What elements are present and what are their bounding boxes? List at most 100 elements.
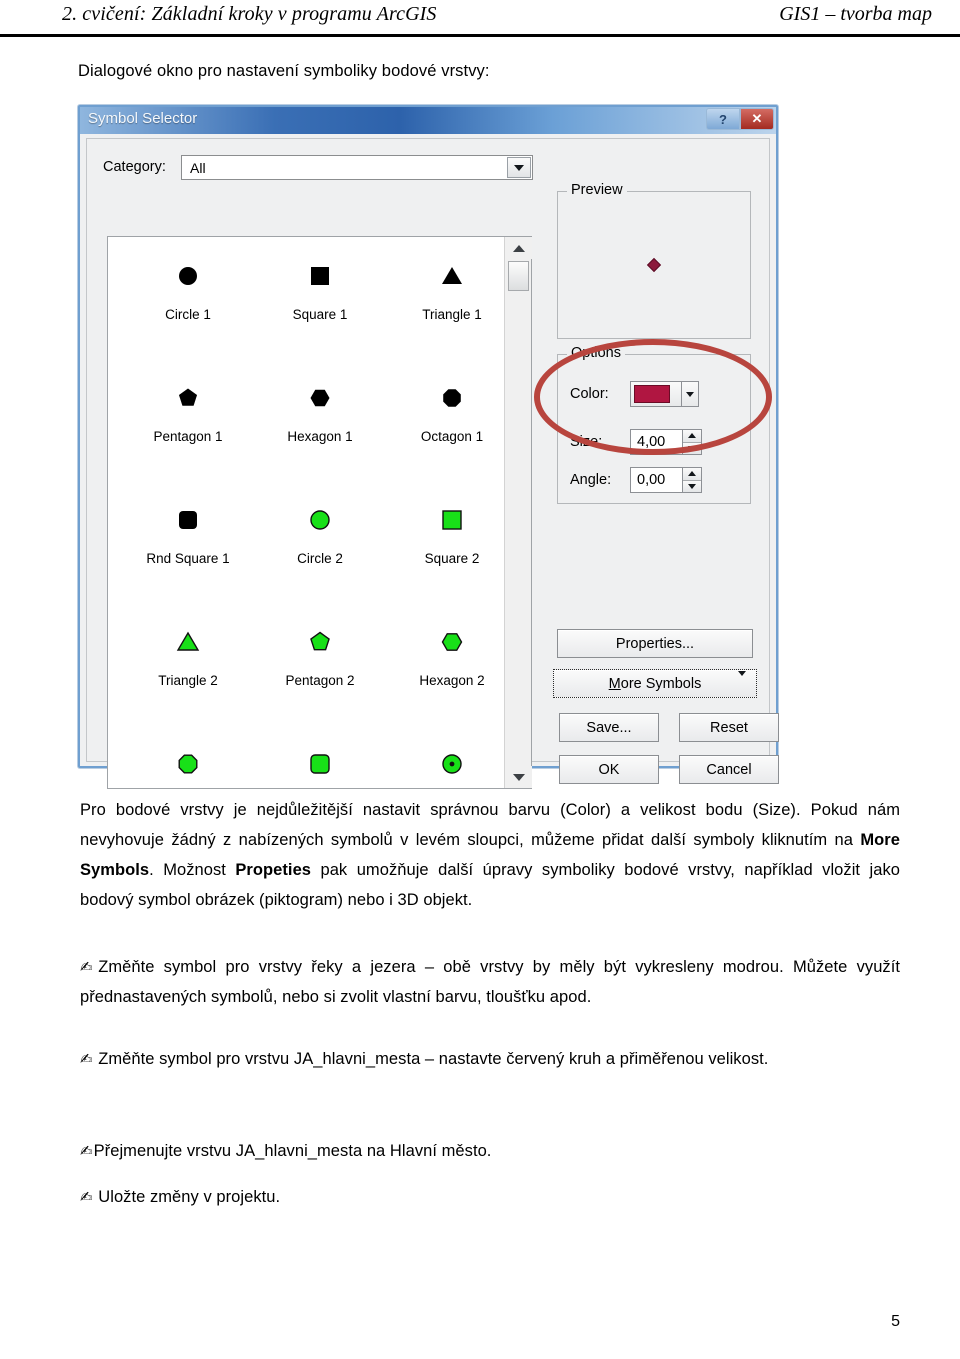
options-group: Options Color: Size: 4,00 Angle: 0,00 bbox=[557, 345, 751, 504]
angle-stepper[interactable]: 0,00 bbox=[630, 467, 702, 493]
color-row: Color: bbox=[570, 381, 699, 407]
more-symbols-button[interactable]: More Symbols bbox=[553, 669, 757, 698]
color-label: Color: bbox=[570, 386, 609, 402]
close-icon[interactable]: ✕ bbox=[740, 108, 774, 130]
symbol-label: Pentagon 1 bbox=[153, 429, 223, 444]
symbol-label: Circle 2 bbox=[297, 551, 343, 566]
symbol-octagon-icon bbox=[437, 367, 467, 429]
symbol-item[interactable]: Rnd Square 1 bbox=[122, 489, 254, 611]
symbol-label: Pentagon 2 bbox=[285, 673, 355, 688]
options-legend: Options bbox=[567, 345, 625, 361]
symbol-pentagon-icon bbox=[305, 611, 335, 673]
preview-symbol-icon bbox=[646, 257, 662, 273]
paragraph-bold-propeties: Propeties bbox=[235, 861, 312, 879]
symbol-item[interactable]: Square 1 bbox=[254, 245, 386, 367]
symbol-circle-icon bbox=[173, 245, 203, 307]
scroll-down-icon[interactable] bbox=[505, 766, 532, 788]
properties-button[interactable]: Properties... bbox=[557, 629, 753, 658]
hand-pointer-icon: ✍ bbox=[80, 1050, 93, 1068]
more-symbols-chevron-down-icon[interactable] bbox=[738, 670, 746, 692]
symbol-item[interactable]: Triangle 2 bbox=[122, 611, 254, 733]
symbol-label: Rnd Square 1 bbox=[146, 551, 230, 566]
symbol-item[interactable]: Octagon 1 bbox=[386, 367, 518, 489]
angle-row: Angle: 0,00 bbox=[570, 467, 702, 493]
symbol-item[interactable]: Pentagon 1 bbox=[122, 367, 254, 489]
task-text: Změňte symbol pro vrstvu JA_hlavni_mesta… bbox=[93, 1050, 769, 1068]
cancel-button[interactable]: Cancel bbox=[679, 755, 779, 784]
size-spin-up-icon[interactable] bbox=[683, 430, 701, 443]
symbol-hexagon-icon bbox=[437, 611, 467, 673]
scrollbar-thumb[interactable] bbox=[508, 261, 529, 291]
paragraph-text-part2: . Možnost bbox=[149, 861, 236, 879]
symbol-label: Square 1 bbox=[292, 307, 348, 322]
task-item: ✍ Změňte symbol pro vrstvu JA_hlavni_mes… bbox=[80, 1044, 900, 1074]
color-dropdown-icon[interactable] bbox=[682, 381, 699, 407]
symbol-rndsquare-icon bbox=[305, 733, 335, 795]
task-item: ✍Změňte symbol pro vrstvy řeky a jezera … bbox=[80, 952, 900, 1012]
symbol-selector-dialog: Symbol Selector ? ✕ Category: All Circle… bbox=[78, 105, 779, 789]
category-label: Category: bbox=[103, 159, 166, 175]
task-text: Změňte symbol pro vrstvy řeky a jezera –… bbox=[80, 958, 900, 1006]
angle-label: Angle: bbox=[570, 472, 612, 488]
size-spin-down-icon[interactable] bbox=[683, 442, 701, 454]
symbol-circledot-icon bbox=[437, 733, 467, 795]
symbol-item[interactable]: Square 2 bbox=[386, 489, 518, 611]
category-select[interactable]: All bbox=[181, 155, 533, 180]
chevron-down-icon[interactable] bbox=[507, 157, 531, 178]
symbol-item[interactable]: Hexagon 2 bbox=[386, 611, 518, 733]
symbol-item[interactable]: Hexagon 1 bbox=[254, 367, 386, 489]
symbol-label: Octagon 1 bbox=[420, 429, 484, 444]
symbol-triangle-icon bbox=[173, 611, 203, 673]
more-symbols-rest: ore Symbols bbox=[620, 675, 702, 692]
more-symbols-label: More Symbols bbox=[609, 676, 702, 692]
symbol-triangle-icon bbox=[437, 245, 467, 307]
dialog-title: Symbol Selector bbox=[88, 110, 198, 127]
symbol-square-icon bbox=[437, 489, 467, 551]
task-item: ✍Přejmenujte vrstvu JA_hlavni_mesta na H… bbox=[80, 1136, 900, 1166]
symbol-square-icon bbox=[305, 245, 335, 307]
angle-input[interactable]: 0,00 bbox=[630, 467, 682, 493]
reset-button[interactable]: Reset bbox=[679, 713, 779, 742]
symbol-label: Triangle 1 bbox=[422, 307, 482, 322]
dialog-body: Category: All Circle 1 Square 1 Triangle 1… bbox=[86, 138, 779, 789]
header-right-title: GIS1 – tvorba map bbox=[779, 3, 932, 25]
task-text: Přejmenujte vrstvu JA_hlavni_mesta na Hl… bbox=[93, 1142, 492, 1160]
dialog-titlebar[interactable]: Symbol Selector ? ✕ bbox=[80, 107, 776, 134]
preview-group: Preview bbox=[557, 182, 751, 339]
angle-spin-buttons[interactable] bbox=[682, 467, 702, 493]
scroll-up-icon[interactable] bbox=[505, 237, 532, 259]
task-text: Uložte změny v projektu. bbox=[93, 1188, 281, 1206]
window-buttons: ? ✕ bbox=[706, 108, 774, 130]
color-picker-button[interactable] bbox=[630, 381, 682, 407]
symbol-grid: Circle 1 Square 1 Triangle 1 Pentagon 1 Hexa… bbox=[108, 237, 504, 788]
preview-legend: Preview bbox=[567, 182, 627, 198]
symbol-item[interactable]: Pentagon 2 bbox=[254, 611, 386, 733]
symbol-item[interactable]: Circle 2 bbox=[254, 489, 386, 611]
page-number: 5 bbox=[891, 1313, 900, 1330]
more-symbols-mnemonic: M bbox=[608, 675, 621, 692]
symbol-octagon-icon bbox=[173, 733, 203, 795]
symbol-circle-icon bbox=[305, 489, 335, 551]
main-paragraph: Pro bodové vrstvy je nejdůležitější nast… bbox=[80, 795, 900, 915]
size-input[interactable]: 4,00 bbox=[630, 429, 682, 455]
intro-caption: Dialogové okno pro nastavení symboliky b… bbox=[78, 62, 490, 80]
symbol-label: Hexagon 1 bbox=[287, 429, 353, 444]
ok-button[interactable]: OK bbox=[559, 755, 659, 784]
category-value: All bbox=[190, 159, 206, 176]
category-row: Category: All bbox=[103, 155, 543, 181]
save-button[interactable]: Save... bbox=[559, 713, 659, 742]
symbol-rndsquare-icon bbox=[173, 489, 203, 551]
symbol-item[interactable]: Triangle 1 bbox=[386, 245, 518, 367]
angle-spin-up-icon[interactable] bbox=[683, 468, 701, 481]
symbol-list-scrollbar[interactable] bbox=[504, 237, 532, 788]
size-spin-buttons[interactable] bbox=[682, 429, 702, 455]
color-swatch bbox=[634, 385, 670, 403]
help-icon[interactable]: ? bbox=[706, 108, 740, 130]
header-left-title: 2. cvičení: Základní kroky v programu Ar… bbox=[62, 3, 437, 25]
symbol-list[interactable]: Circle 1 Square 1 Triangle 1 Pentagon 1 Hexa… bbox=[107, 236, 532, 789]
hand-pointer-icon: ✍ bbox=[80, 958, 98, 976]
angle-spin-down-icon[interactable] bbox=[683, 480, 701, 492]
size-stepper[interactable]: 4,00 bbox=[630, 429, 702, 455]
symbol-label: Triangle 2 bbox=[158, 673, 218, 688]
symbol-item[interactable]: Circle 1 bbox=[122, 245, 254, 367]
